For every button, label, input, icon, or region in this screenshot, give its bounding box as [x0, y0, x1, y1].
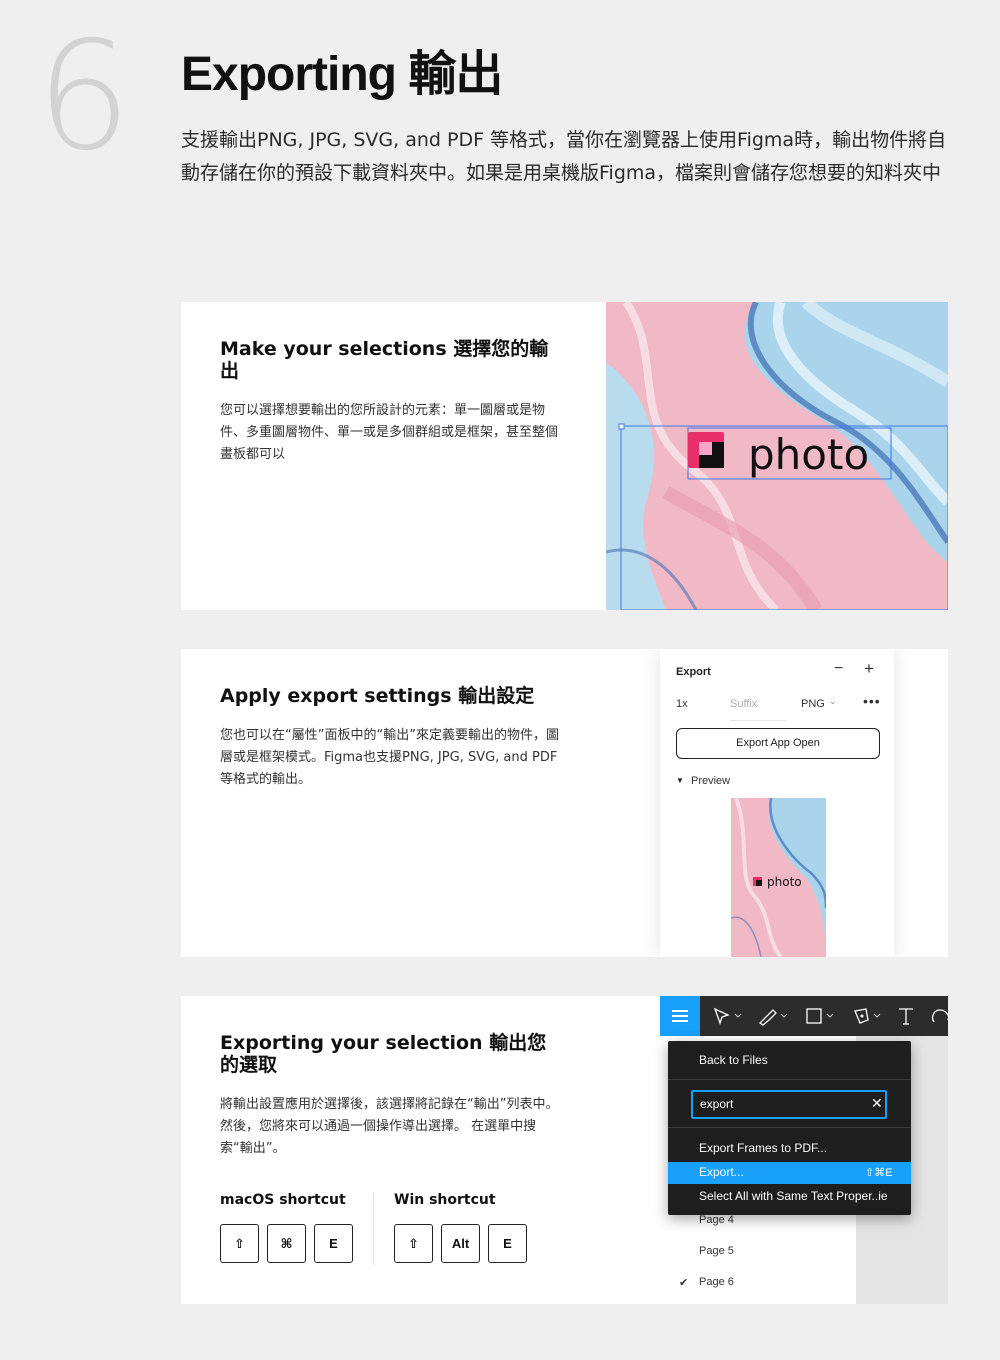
e-key: E [314, 1224, 353, 1263]
page-item-current[interactable]: Page 6 [699, 1276, 734, 1288]
export-panel: Export − + 1x Suffix PNG ⌄ ••• Export Ap… [660, 649, 894, 957]
move-tool-icon[interactable] [712, 1004, 742, 1028]
shortcut-divider [373, 1193, 374, 1265]
menu-search-input[interactable]: export ✕ [691, 1090, 887, 1119]
macos-shortcut: macOS shortcut ⇧ ⌘ E [220, 1192, 353, 1263]
menu-item-back-to-files[interactable]: Back to Files [699, 1053, 768, 1067]
menu-divider [668, 1127, 911, 1128]
intro-paragraph: 支援輸出PNG, JPG, SVG, and PDF 等格式，當你在瀏覽器上使用… [181, 129, 947, 184]
command-key: ⌘ [267, 1224, 306, 1263]
export-panel-title: Export [676, 666, 711, 678]
more-options-icon[interactable]: ••• [863, 693, 881, 709]
step-number: 6 [36, 10, 132, 184]
remove-export-icon[interactable]: − [834, 660, 843, 678]
card-make-selections: Make your selections 選擇您的輸出 您可以選擇想要輸出的您所… [181, 302, 948, 610]
export-button[interactable]: Export App Open [676, 728, 880, 759]
suffix-input[interactable]: Suffix [730, 698, 786, 721]
scale-select[interactable]: 1x [676, 698, 688, 710]
menu-divider [668, 1079, 911, 1080]
close-icon[interactable]: ✕ [871, 1095, 883, 1112]
card-title: Make your selections 選擇您的輸出 [220, 338, 549, 382]
macos-shortcut-label: macOS shortcut [220, 1192, 346, 1208]
card-title: Exporting your selection 輸出您的選取 [220, 1032, 547, 1076]
card-title: Apply export settings 輸出設定 [220, 685, 535, 707]
page-title: Exporting 輸出 [181, 48, 503, 101]
card-body: 您也可以在“屬性”面板中的“輸出”來定義要輸出的物件，圖層或是框架模式。Figm… [220, 728, 559, 787]
alt-key: Alt [441, 1224, 480, 1263]
photo-logo-icon [688, 432, 724, 468]
pen-tool-icon[interactable] [850, 1004, 882, 1028]
marble-photo-image: photo [606, 302, 948, 610]
figma-screenshot: Page 4 Page 5 ✔ Page 6 Back to Files exp… [660, 996, 948, 1304]
shift-key: ⇧ [394, 1224, 433, 1263]
menu-item-select-same-text[interactable]: Select All with Same Text Proper..ie [699, 1189, 888, 1203]
e-key: E [488, 1224, 527, 1263]
text-tool-icon[interactable] [896, 1004, 916, 1028]
preview-thumbnail: photo [731, 798, 826, 957]
format-select[interactable]: PNG [801, 698, 825, 710]
add-export-icon[interactable]: + [864, 659, 874, 679]
card-export-settings: Apply export settings 輸出設定 您也可以在“屬性”面板中的… [181, 649, 948, 957]
photo-wordmark: photo [748, 430, 869, 479]
card-body: 您可以選擇想要輸出的您所設計的元素：單一圖層或是物件、多重圖層物件、單一或是多個… [220, 403, 559, 462]
checkmark-icon: ✔ [679, 1277, 689, 1289]
rectangle-tool-icon[interactable] [803, 1004, 835, 1028]
win-shortcut: Win shortcut ⇧ Alt E [394, 1192, 527, 1263]
frame-tool-icon[interactable] [756, 1004, 788, 1028]
card-exporting-selection: Exporting your selection 輸出您的選取 將輸出設置應用於… [181, 996, 948, 1304]
menu-search-value: export [700, 1097, 734, 1111]
menu-item-export-frames-pdf[interactable]: Export Frames to PDF... [699, 1141, 827, 1155]
win-shortcut-label: Win shortcut [394, 1192, 496, 1208]
chevron-down-icon: ⌄ [829, 696, 837, 706]
preview-toggle[interactable]: Preview [691, 775, 730, 787]
page-item[interactable]: Page 5 [699, 1245, 734, 1257]
comment-tool-icon[interactable] [930, 1004, 948, 1028]
menu-item-export[interactable]: Export... [699, 1165, 744, 1179]
main-menu-popup: Back to Files export ✕ Export Frames to … [668, 1041, 911, 1215]
page-item[interactable]: Page 4 [699, 1214, 734, 1226]
main-menu-button[interactable] [660, 996, 700, 1036]
figma-toolbar [660, 996, 948, 1036]
card-body: 將輸出設置應用於選擇後，該選擇將記錄在“輸出”列表中。 然後，您將來可以通過一個… [220, 1097, 559, 1156]
shift-key: ⇧ [220, 1224, 259, 1263]
thumb-wordmark: photo [767, 875, 802, 889]
export-shortcut-hint: ⇧⌘E [865, 1167, 893, 1179]
caret-down-icon[interactable]: ▼ [676, 776, 684, 785]
